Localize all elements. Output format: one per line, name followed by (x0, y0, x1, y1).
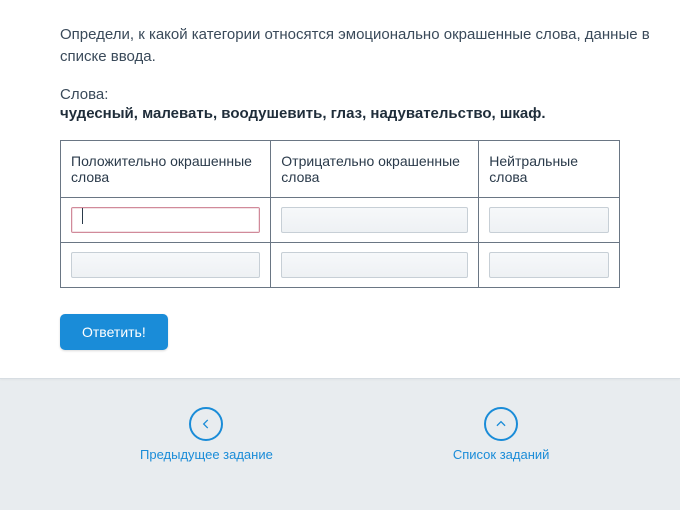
task-list-button[interactable]: Список заданий (453, 407, 550, 462)
input-negative-1[interactable] (281, 207, 468, 233)
header-positive: Положительно окрашенные слова (61, 140, 271, 197)
text-cursor-icon (82, 208, 83, 224)
table-row (61, 242, 620, 287)
task-navigation: Предыдущее задание Список заданий (0, 379, 680, 462)
input-neutral-1[interactable] (489, 207, 609, 233)
chevron-up-icon (484, 407, 518, 441)
input-positive-2[interactable] (71, 252, 260, 278)
words-list: чудесный, малевать, воодушевить, глаз, н… (60, 105, 652, 122)
input-positive-1[interactable] (71, 207, 260, 233)
task-instruction: Определи, к какой категории относятся эм… (60, 24, 652, 68)
header-negative: Отрицательно окрашенные слова (271, 140, 479, 197)
prev-task-label: Предыдущее задание (140, 447, 273, 462)
chevron-left-icon (189, 407, 223, 441)
words-label: Слова: (60, 86, 652, 103)
categorization-table: Положительно окрашенные слова Отрицатель… (60, 140, 620, 288)
submit-button[interactable]: Ответить! (60, 314, 168, 350)
input-negative-2[interactable] (281, 252, 468, 278)
task-card: Определи, к какой категории относятся эм… (0, 0, 680, 379)
header-neutral: Нейтральные слова (479, 140, 620, 197)
table-row (61, 197, 620, 242)
input-neutral-2[interactable] (489, 252, 609, 278)
prev-task-button[interactable]: Предыдущее задание (140, 407, 273, 462)
table-header-row: Положительно окрашенные слова Отрицатель… (61, 140, 620, 197)
task-list-label: Список заданий (453, 447, 550, 462)
